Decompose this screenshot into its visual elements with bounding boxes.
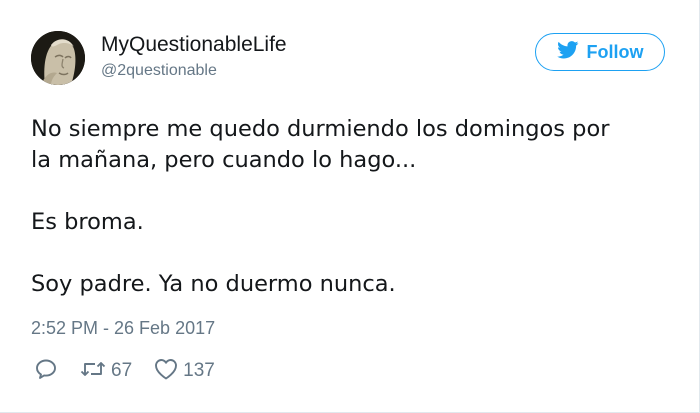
retweet-count: 67: [111, 360, 133, 381]
tweet-card: MyQuestionableLife @2questionable Follow…: [0, 0, 700, 413]
avatar[interactable]: [31, 31, 85, 85]
reply-icon: [34, 357, 58, 386]
tweet-text-line: Es broma.: [31, 209, 144, 235]
statue-face-avatar-icon: [31, 31, 85, 85]
like-count: 137: [183, 360, 215, 381]
tweet-text-line: Soy padre. Ya no duermo nunca.: [31, 271, 396, 297]
tweet-text: No siempre me quedo durmiendo los doming…: [31, 114, 676, 300]
retweet-icon: [80, 358, 106, 385]
user-display-name[interactable]: MyQuestionableLife: [101, 33, 287, 57]
tweet-actions: 67 137: [34, 358, 215, 384]
heart-icon: [154, 358, 178, 385]
tweet-text-line: No siempre me quedo durmiendo los doming…: [31, 116, 610, 142]
retweet-button[interactable]: 67: [80, 358, 132, 385]
user-handle[interactable]: @2questionable: [101, 62, 217, 80]
twitter-bird-icon: [556, 40, 579, 64]
follow-button-label: Follow: [586, 41, 644, 62]
like-button[interactable]: 137: [154, 358, 215, 385]
follow-button[interactable]: Follow: [535, 33, 665, 71]
reply-button[interactable]: [34, 357, 58, 386]
tweet-text-line: la mañana, pero cuando lo hago...: [31, 147, 417, 173]
tweet-timestamp[interactable]: 2:52 PM - 26 Feb 2017: [31, 318, 215, 339]
